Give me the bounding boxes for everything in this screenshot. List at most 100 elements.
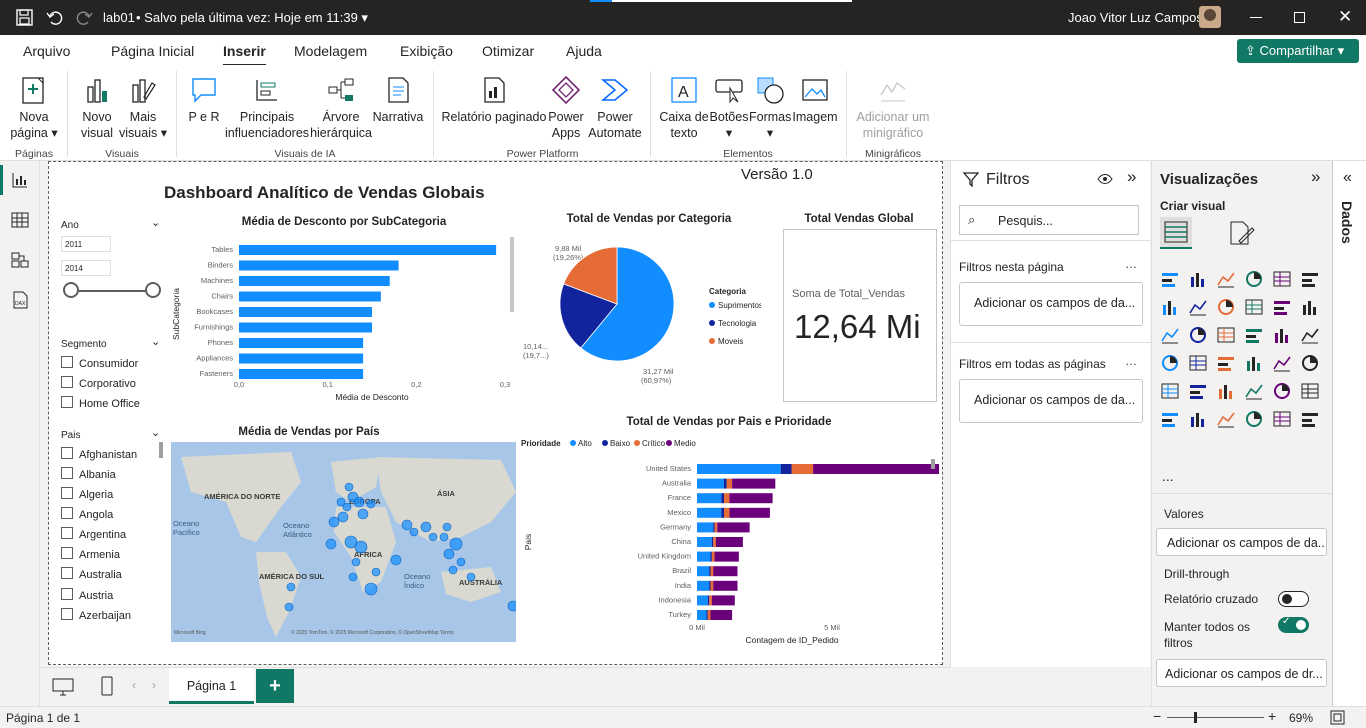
clustered-column-icon[interactable] (1244, 269, 1264, 289)
share-button[interactable]: ⇪ Compartilhar ▾ (1237, 39, 1359, 63)
menu-exibicao[interactable]: Exibição (400, 43, 453, 59)
stacked-bar-segment[interactable] (713, 522, 715, 533)
stacked-bar-icon[interactable] (1160, 269, 1180, 289)
slicer-scrollbar[interactable] (159, 442, 163, 458)
map-bubble[interactable] (336, 497, 346, 507)
stacked-bar-segment[interactable] (697, 580, 710, 591)
kpi-icon[interactable] (1160, 381, 1180, 401)
narrative-icon[interactable] (1244, 409, 1264, 429)
stacked-bar-segment[interactable] (707, 595, 710, 606)
stacked-bar-segment[interactable] (710, 566, 714, 577)
card-icon[interactable] (1272, 353, 1292, 373)
map-bubble[interactable] (442, 522, 452, 532)
100-column-icon[interactable] (1300, 269, 1320, 289)
bar[interactable] (239, 291, 381, 302)
map-bubble[interactable] (456, 557, 466, 567)
bar[interactable] (239, 245, 497, 255)
stacked-bar-segment[interactable] (697, 551, 711, 562)
map-bubble[interactable] (351, 557, 361, 567)
map-bubble[interactable] (507, 600, 516, 612)
save-status[interactable]: • Salvo pela última vez: Hoje em 11:39 ▾ (136, 10, 368, 26)
stacked-bar-segment[interactable] (713, 580, 738, 591)
stacked-bar-segment[interactable] (711, 537, 714, 547)
collapse-viz-icon[interactable]: » (1311, 167, 1320, 187)
key-influencers-icon[interactable] (1160, 409, 1180, 429)
build-visual-tab[interactable] (1160, 217, 1192, 249)
checkbox-country[interactable]: Angola (61, 507, 113, 521)
menu-pagina-inicial[interactable]: Página Inicial (111, 43, 194, 59)
chart-scrollbar[interactable] (510, 237, 514, 312)
report-view-icon[interactable] (11, 171, 29, 189)
next-page-icon[interactable]: › (152, 678, 156, 692)
map-bubble[interactable] (390, 554, 402, 566)
menu-inserir[interactable]: Inserir (223, 43, 266, 67)
menu-otimizar[interactable]: Otimizar (482, 43, 534, 59)
buttons-button[interactable]: Botões ▾ (709, 75, 749, 141)
zoom-slider-handle[interactable] (1194, 712, 1197, 723)
year-slider-handle-start[interactable] (63, 282, 79, 298)
stacked-bar-segment[interactable] (714, 551, 739, 562)
checkbox-country[interactable]: Azerbaijan (61, 608, 131, 622)
filters-search-input[interactable]: ⌕ Pesquis... (959, 205, 1139, 235)
map-bubble[interactable] (428, 532, 438, 542)
stacked-bar-segment[interactable] (813, 464, 939, 474)
clustered-bar-icon[interactable] (1216, 269, 1236, 289)
paginated-icon[interactable] (1272, 409, 1292, 429)
stacked-bar-segment[interactable] (697, 507, 722, 518)
collapse-filters-icon[interactable]: » (1127, 167, 1136, 187)
r-visual-icon[interactable] (1272, 381, 1292, 401)
more-options-icon[interactable]: … (1125, 257, 1137, 271)
desktop-layout-icon[interactable] (52, 678, 74, 696)
map-bubble[interactable] (466, 572, 476, 582)
funnel-icon[interactable] (1188, 325, 1208, 345)
map-bubble[interactable] (328, 516, 340, 528)
map-bubble[interactable] (401, 519, 413, 531)
menu-ajuda[interactable]: Ajuda (566, 43, 602, 59)
bar[interactable] (239, 369, 364, 379)
map-bubble[interactable] (357, 508, 369, 520)
discount-bar-chart[interactable]: Tables Binders Machines Chairs Bookcases Furn… (167, 234, 517, 414)
prev-page-icon[interactable]: ‹ (132, 678, 136, 692)
stacked-bar-segment[interactable] (697, 464, 781, 474)
map-bubble[interactable] (354, 540, 368, 554)
checkbox-country[interactable]: Armenia (61, 547, 120, 561)
pie-icon[interactable] (1244, 325, 1264, 345)
stacked-bar-segment[interactable] (709, 580, 711, 591)
bar[interactable] (239, 260, 399, 271)
waterfall-icon[interactable] (1160, 325, 1180, 345)
checkbox-country[interactable]: Austria (61, 588, 113, 602)
map-bubble[interactable] (348, 572, 358, 582)
decomposition-tree-button[interactable]: Árvore hierárquica (310, 75, 372, 141)
checkbox-country[interactable]: Argentina (61, 527, 126, 541)
stacked-bar-segment[interactable] (697, 595, 708, 606)
stacked-bar-segment[interactable] (726, 478, 733, 489)
stacked-bar-segment[interactable] (713, 537, 716, 547)
add-sparkline-button[interactable]: Adicionar um minigráfico (854, 75, 932, 141)
filled-map-icon[interactable] (1188, 353, 1208, 373)
stacked-bar-segment[interactable] (709, 595, 712, 606)
gauge-icon[interactable] (1244, 353, 1264, 373)
map-bubble[interactable] (409, 527, 419, 537)
power-apps-button[interactable]: Power Apps (547, 75, 585, 141)
qa-icon[interactable] (1216, 409, 1236, 429)
page-tab-1[interactable]: Página 1 (169, 668, 254, 704)
total-sales-card[interactable]: Soma de Total_Vendas 12,64 Mi (783, 229, 937, 402)
keep-filters-toggle[interactable]: ✓ (1278, 616, 1309, 633)
checkbox-corporativo[interactable]: Corporativo (61, 376, 136, 390)
chevron-down-icon[interactable]: ⌄ (151, 426, 160, 439)
azure-map-icon[interactable] (1216, 353, 1236, 373)
matrix-icon[interactable] (1244, 381, 1264, 401)
line-column-icon[interactable] (1244, 297, 1264, 317)
maximize-button[interactable] (1294, 12, 1305, 23)
stacked-bar-segment[interactable] (715, 537, 743, 547)
stacked-bar-segment[interactable] (729, 493, 773, 504)
stacked-bar-segment[interactable] (707, 610, 711, 620)
checkbox-country[interactable]: Australia (61, 567, 122, 581)
treemap-icon[interactable] (1300, 325, 1320, 345)
donut-icon[interactable] (1272, 325, 1292, 345)
bar[interactable] (239, 276, 390, 286)
stacked-bar-segment[interactable] (724, 478, 727, 489)
format-visual-icon[interactable] (1227, 219, 1255, 247)
year-from-input[interactable]: 2011 (61, 236, 111, 252)
power-apps-icon[interactable] (1300, 409, 1320, 429)
